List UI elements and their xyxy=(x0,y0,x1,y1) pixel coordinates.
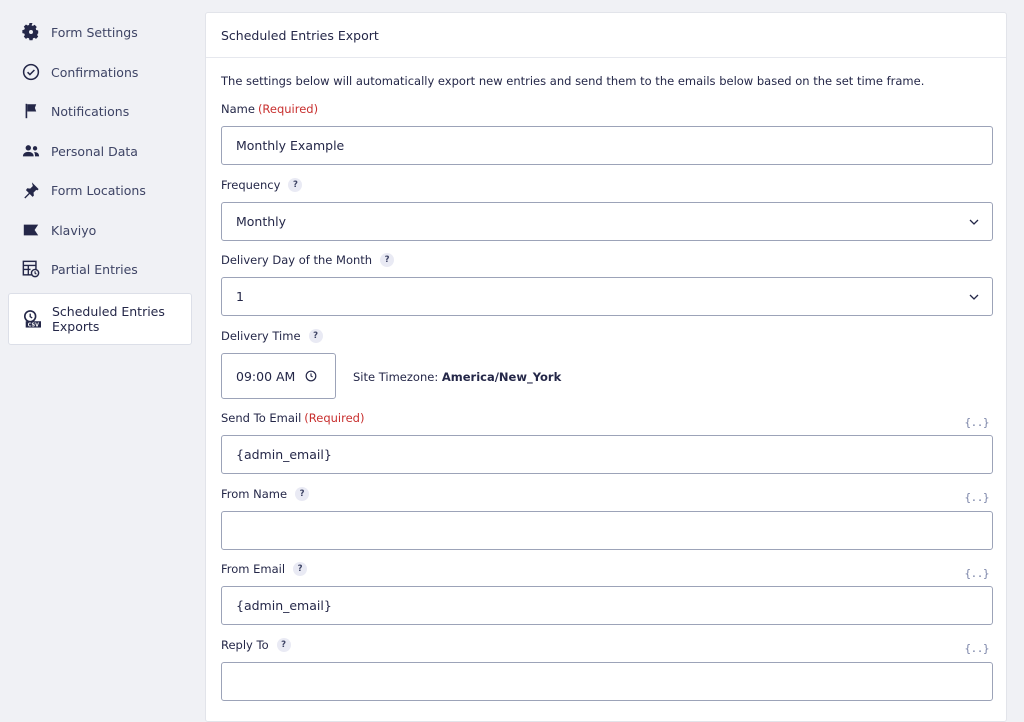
reply-to-input[interactable] xyxy=(221,662,993,701)
sidebar-item-label-line2: Exports xyxy=(52,319,100,334)
delivery-day-label-row: Delivery Day of the Month ? xyxy=(221,253,395,267)
help-icon[interactable]: ? xyxy=(308,329,323,343)
sidebar-item-label: Notifications xyxy=(51,103,130,119)
gear-icon xyxy=(22,23,40,41)
sidebar-item-notifications[interactable]: Notifications xyxy=(8,91,192,131)
chevron-down-icon xyxy=(969,219,979,225)
merge-tags-icon[interactable]: {..} xyxy=(965,491,990,504)
sidebar-item-label: Form Locations xyxy=(51,182,146,198)
sidebar-item-label: Scheduled Entries xyxy=(52,304,165,319)
help-icon[interactable]: ? xyxy=(295,487,310,501)
users-icon xyxy=(22,142,40,160)
frequency-value: Monthly xyxy=(236,214,287,229)
required-indicator: (Required) xyxy=(257,102,319,116)
sidebar-item-confirmations[interactable]: Confirmations xyxy=(8,52,192,92)
send-to-value: {admin_email} xyxy=(236,447,332,462)
sidebar-item-label: Personal Data xyxy=(51,143,138,159)
scheduled-export-panel: Scheduled Entries Export The settings be… xyxy=(205,12,1007,722)
chevron-down-icon xyxy=(969,294,979,300)
help-icon[interactable]: ? xyxy=(380,253,395,267)
name-value: Monthly Example xyxy=(236,138,345,153)
name-input[interactable]: Monthly Example xyxy=(221,126,993,165)
sidebar-item-label: Partial Entries xyxy=(51,261,138,277)
name-label: Name xyxy=(221,102,255,116)
delivery-day-select[interactable]: 1 xyxy=(221,277,993,316)
sidebar-item-label: Form Settings xyxy=(51,24,138,40)
sidebar-item-scheduled-entries-exports[interactable]: CSV Scheduled Entries Exports xyxy=(8,293,192,345)
help-icon[interactable]: ? xyxy=(293,562,308,576)
flag-icon xyxy=(22,102,40,120)
frequency-label: Frequency xyxy=(221,178,281,192)
svg-text:CSV: CSV xyxy=(28,322,39,328)
klaviyo-flag-icon xyxy=(22,221,40,239)
sidebar-item-partial-entries[interactable]: Partial Entries xyxy=(8,249,192,289)
from-email-input[interactable]: {admin_email} xyxy=(221,586,993,625)
delivery-day-label: Delivery Day of the Month xyxy=(221,253,373,267)
from-name-label-row: From Name ? xyxy=(221,487,310,501)
merge-tags-icon[interactable]: {..} xyxy=(965,416,990,429)
from-email-label-row: From Email ? xyxy=(221,562,308,576)
sidebar-item-label: Confirmations xyxy=(51,64,139,80)
delivery-time-input[interactable]: 09:00 AM xyxy=(221,353,336,399)
partial-table-icon xyxy=(22,260,40,278)
send-to-label: Send To Email xyxy=(221,411,302,425)
check-circle-icon xyxy=(22,63,40,81)
merge-tags-icon[interactable]: {..} xyxy=(965,642,990,655)
frequency-label-row: Frequency ? xyxy=(221,178,303,192)
frequency-select[interactable]: Monthly xyxy=(221,202,993,241)
delivery-day-value: 1 xyxy=(236,289,244,304)
timezone-label: Site Timezone: xyxy=(353,370,439,384)
csv-clock-icon: CSV xyxy=(23,310,41,328)
from-name-input[interactable] xyxy=(221,511,993,550)
panel-title: Scheduled Entries Export xyxy=(206,13,1006,58)
sidebar-item-klaviyo[interactable]: Klaviyo xyxy=(8,210,192,250)
delivery-time-label: Delivery Time xyxy=(221,329,301,343)
delivery-time-label-row: Delivery Time ? xyxy=(221,329,323,343)
send-to-email-input[interactable]: {admin_email} xyxy=(221,435,993,474)
required-indicator: (Required) xyxy=(304,411,365,425)
panel-description: The settings below will automatically ex… xyxy=(221,74,925,88)
site-timezone: Site Timezone: America/New_York xyxy=(353,370,561,384)
name-label-row: Name (Required) xyxy=(221,102,318,116)
pin-icon xyxy=(22,181,40,199)
help-icon[interactable]: ? xyxy=(288,178,303,192)
from-email-value: {admin_email} xyxy=(236,598,332,613)
from-email-label: From Email xyxy=(221,562,286,576)
sidebar-item-form-locations[interactable]: Form Locations xyxy=(8,170,192,210)
sidebar-item-personal-data[interactable]: Personal Data xyxy=(8,131,192,171)
sidebar-item-label: Klaviyo xyxy=(51,222,97,238)
reply-to-label: Reply To xyxy=(221,638,269,652)
from-name-label: From Name xyxy=(221,487,288,501)
sidebar: Form Settings Confirmations Notification… xyxy=(0,0,200,708)
help-icon[interactable]: ? xyxy=(276,638,291,652)
merge-tags-icon[interactable]: {..} xyxy=(965,567,990,580)
sidebar-item-form-settings[interactable]: Form Settings xyxy=(8,12,192,52)
delivery-time-value: 09:00 AM xyxy=(236,368,296,384)
reply-to-label-row: Reply To ? xyxy=(221,638,291,652)
send-to-label-row: Send To Email (Required) xyxy=(221,411,364,425)
clock-icon[interactable] xyxy=(305,370,317,382)
timezone-value: America/New_York xyxy=(441,370,562,384)
